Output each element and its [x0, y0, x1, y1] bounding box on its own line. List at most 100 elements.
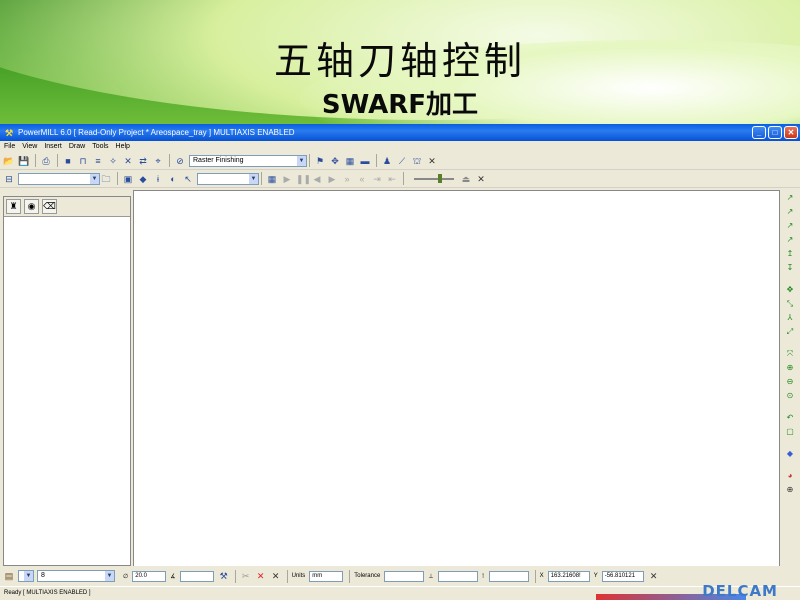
ncprogram-icon[interactable]: ⛫ [411, 155, 423, 167]
menu-help[interactable]: Help [116, 143, 130, 150]
units-field[interactable]: mm [309, 570, 344, 582]
view-iso3-icon[interactable]: ↗ [784, 220, 796, 232]
toolpath-icon[interactable]: ♟ [381, 155, 393, 167]
tool-apply-icon[interactable]: ⚒ [218, 570, 230, 582]
shading-icon[interactable]: ◐ [167, 173, 179, 185]
skip-end-icon[interactable]: ⇥ [371, 173, 383, 185]
shaded-cube-icon[interactable]: ◆ [784, 448, 796, 460]
zoom-in-icon[interactable]: ⊕ [784, 362, 796, 374]
step-back-icon[interactable]: ◀ [311, 173, 323, 185]
folder-icon[interactable]: 🗀 [100, 173, 112, 185]
toolbar-close-icon[interactable]: ✕ [648, 570, 660, 582]
simulate-icon[interactable]: ▣ [122, 173, 134, 185]
view-front-icon[interactable]: ✥ [784, 284, 796, 296]
boundary-icon[interactable]: ⚑ [314, 155, 326, 167]
thickness-field[interactable] [437, 570, 478, 582]
title-bar[interactable]: ⚒ PowerMILL 6.0 [ Read-Only Project * Ar… [0, 124, 800, 141]
leads-links-icon[interactable]: ⇄ [137, 155, 149, 167]
strategy-select[interactable]: Raster Finishing ▼ [189, 154, 307, 167]
delete-icon[interactable]: ✕ [255, 570, 267, 582]
menu-view[interactable]: View [22, 143, 37, 150]
view-top-icon[interactable]: ↥ [784, 248, 796, 260]
wand-icon[interactable]: ⟋ [396, 155, 408, 167]
chevron-down-icon[interactable]: ▼ [90, 173, 99, 184]
view-iso1-icon[interactable]: ↗ [784, 192, 796, 204]
menu-tools[interactable]: Tools [92, 143, 108, 150]
table-icon[interactable]: ▦ [266, 173, 278, 185]
save-icon[interactable]: 💾 [18, 155, 30, 167]
explorer-select[interactable]: ▼ [18, 172, 100, 185]
solid-icon[interactable]: ◆ [137, 173, 149, 185]
layer-icon[interactable]: ▤ [3, 570, 15, 582]
pause-icon[interactable]: ❚❚ [296, 173, 311, 185]
view-bottom-icon[interactable]: ↧ [784, 262, 796, 274]
undo-view-icon[interactable]: ↶ [784, 412, 796, 424]
layer-toggle[interactable]: ▼ [18, 570, 34, 582]
layer-select[interactable]: 8 ▼ [37, 570, 115, 582]
resize-to-fit-icon[interactable]: ⤧ [784, 348, 796, 360]
skip-start-icon[interactable]: ⇤ [386, 173, 398, 185]
pattern-icon[interactable]: ✥ [329, 155, 341, 167]
chevron-down-icon[interactable]: ▼ [105, 571, 114, 581]
rapid-move-icon[interactable]: ⊓ [77, 155, 89, 167]
maximize-button[interactable]: □ [768, 126, 782, 139]
zoom-out-icon[interactable]: ⊖ [784, 376, 796, 388]
open-folder-icon[interactable]: 📂 [3, 155, 15, 167]
feed-rate-icon[interactable]: ≡ [92, 155, 104, 167]
y-label: Y [593, 573, 598, 579]
explorer-panel: ♜ ◉ ⌫ [3, 196, 131, 566]
menu-file[interactable]: File [4, 143, 15, 150]
toolbar-separator [117, 172, 118, 185]
block-icon[interactable]: ■ [62, 155, 74, 167]
tolerance-field[interactable] [384, 570, 425, 582]
speed-slider-thumb[interactable] [438, 173, 442, 183]
tool-icon[interactable]: ✧ [107, 155, 119, 167]
play-icon[interactable]: ▶ [281, 173, 293, 185]
view-left-icon[interactable]: ⅄ [784, 312, 796, 324]
shading-mode-icon[interactable]: ◕ [784, 470, 796, 482]
axis-icon[interactable]: ↖ [182, 173, 194, 185]
grid-icon[interactable]: ▦ [344, 155, 356, 167]
tolerance-label: Tolerance [354, 573, 381, 579]
toolbar-separator [35, 154, 36, 167]
explorer-tab-icon[interactable]: ♜ [6, 199, 21, 214]
zoom-box-icon[interactable]: ⊙ [784, 390, 796, 402]
eject-icon[interactable]: ⏏ [460, 173, 472, 185]
angle-field[interactable] [179, 570, 214, 582]
scissors-icon[interactable]: ✂ [240, 570, 252, 582]
chevron-down-icon[interactable]: ▼ [24, 571, 33, 581]
menu-insert[interactable]: Insert [44, 143, 62, 150]
globe-tab-icon[interactable]: ◉ [24, 199, 39, 214]
step-forward-icon[interactable]: ▶ [326, 173, 338, 185]
menu-draw[interactable]: Draw [69, 143, 85, 150]
close-button[interactable]: ✕ [784, 126, 798, 139]
chevron-down-icon[interactable]: ▼ [249, 173, 258, 184]
speed-slider[interactable] [414, 173, 454, 183]
toolbar-separator [309, 154, 310, 167]
view-iso4-icon[interactable]: ↗ [784, 234, 796, 246]
redraw-icon[interactable]: ▢ [784, 426, 796, 438]
tool-diameter-field[interactable]: 20.0 [132, 570, 167, 582]
explorer-toggle-icon[interactable]: ⊟ [3, 173, 15, 185]
orientation-icon[interactable]: ⊕ [784, 484, 796, 496]
view-right-icon[interactable]: ⤢ [784, 326, 796, 338]
simulation-select[interactable]: ▼ [197, 172, 259, 185]
graphics-viewport[interactable] [133, 190, 780, 568]
rewind-icon[interactable]: « [356, 173, 368, 185]
workplane-icon[interactable]: ✕ [122, 155, 134, 167]
feature-icon[interactable]: ▬ [359, 155, 371, 167]
tool-holder-icon[interactable]: ɨ [152, 173, 164, 185]
recycle-bin-tab-icon[interactable]: ⌫ [42, 199, 57, 214]
view-back-icon[interactable]: ⤡ [784, 298, 796, 310]
chevron-down-icon[interactable]: ▼ [297, 155, 306, 166]
toolbar-close-icon[interactable]: ✕ [270, 570, 282, 582]
toolbar-close-icon[interactable]: ✕ [426, 155, 438, 167]
minimize-button[interactable]: _ [752, 126, 766, 139]
fast-forward-icon[interactable]: » [341, 173, 353, 185]
print-icon[interactable]: ⎙ [40, 155, 52, 167]
tool-axis-field[interactable] [488, 570, 529, 582]
start-end-point-icon[interactable]: ⌖ [152, 155, 164, 167]
toolbar-close-icon[interactable]: ✕ [475, 173, 487, 185]
view-iso2-icon[interactable]: ↗ [784, 206, 796, 218]
strategy-icon[interactable]: ⊘ [174, 155, 186, 167]
